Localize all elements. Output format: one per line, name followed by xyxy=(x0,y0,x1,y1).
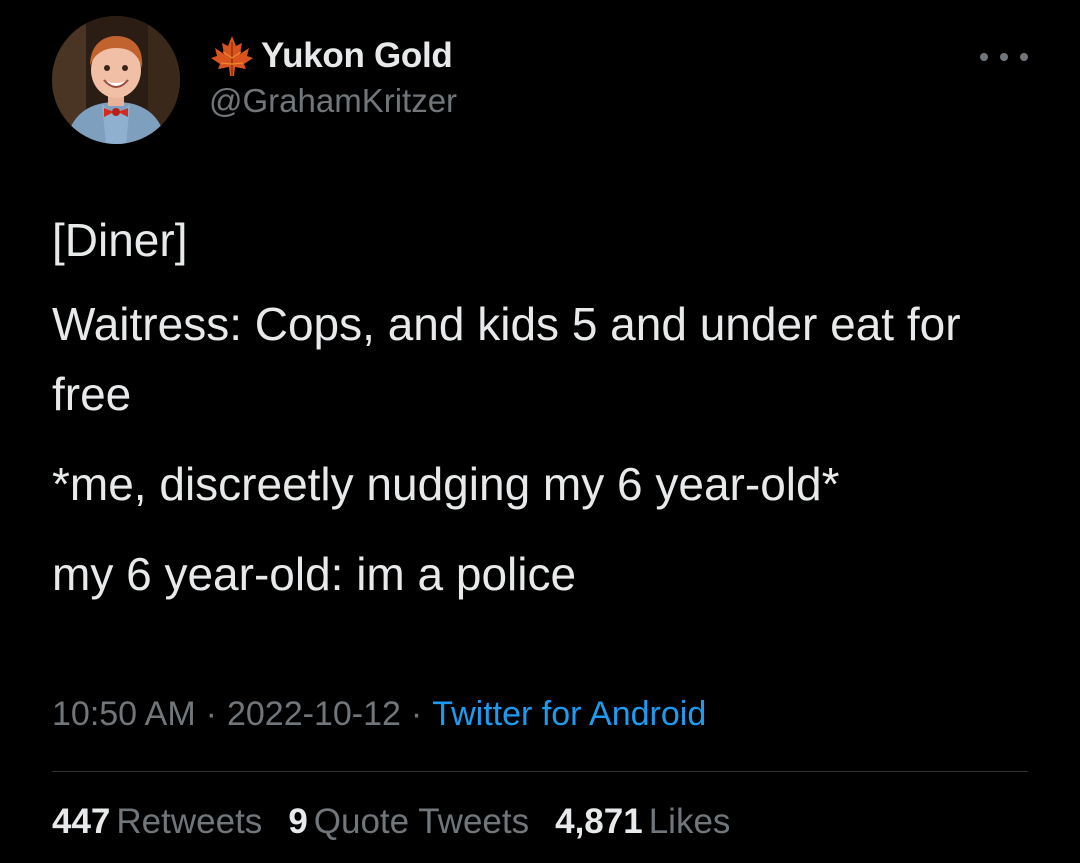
tweet-date[interactable]: 2022-10-12 xyxy=(227,695,401,733)
quote-tweets-label: Quote Tweets xyxy=(313,802,530,841)
tweet-paragraph: my 6 year-old: im a police xyxy=(52,548,577,600)
retweets-stat[interactable]: 447 Retweets xyxy=(52,802,262,842)
quote-tweets-stat[interactable]: 9 Quote Tweets xyxy=(288,802,529,842)
tweet-detail: Yukon Gold @GrahamKritzer [Diner] Waitre… xyxy=(0,0,1080,863)
likes-stat[interactable]: 4,871 Likes xyxy=(555,802,730,842)
tweet-header: Yukon Gold @GrahamKritzer xyxy=(52,16,1028,148)
meta-separator: · xyxy=(205,695,217,733)
author-block: Yukon Gold @GrahamKritzer xyxy=(209,34,457,120)
display-name-row[interactable]: Yukon Gold xyxy=(209,34,457,78)
avatar-photo-icon xyxy=(52,16,180,144)
user-handle[interactable]: @GrahamKritzer xyxy=(209,82,457,120)
likes-count: 4,871 xyxy=(555,802,643,841)
tweet-source-link[interactable]: Twitter for Android xyxy=(432,695,706,733)
tweet-paragraph: *me, discreetly nudging my 6 year-old* xyxy=(52,458,840,510)
tweet-paragraph: [Diner] xyxy=(52,214,188,266)
tweet-text: [Diner] Waitress: Cops, and kids 5 and u… xyxy=(52,205,1028,629)
quote-tweets-count: 9 xyxy=(288,802,308,841)
meta-separator: · xyxy=(410,695,423,733)
engagement-stats: 447 Retweets 9 Quote Tweets 4,871 Likes xyxy=(52,802,756,842)
retweets-label: Retweets xyxy=(116,802,263,841)
more-dot xyxy=(1000,53,1008,61)
divider xyxy=(52,771,1028,772)
likes-label: Likes xyxy=(648,802,731,841)
avatar[interactable] xyxy=(52,16,180,144)
tweet-paragraph: Waitress: Cops, and kids 5 and under eat… xyxy=(52,298,961,420)
more-dot xyxy=(980,53,988,61)
tweet-time[interactable]: 10:50 AM xyxy=(52,695,196,733)
more-dot xyxy=(1020,53,1028,61)
retweets-count: 447 xyxy=(52,802,111,841)
more-options-icon[interactable] xyxy=(980,42,1028,72)
maple-leaf-icon xyxy=(209,34,255,78)
tweet-metadata: 10:50 AM · 2022-10-12 · Twitter for Android xyxy=(52,695,706,734)
display-name: Yukon Gold xyxy=(261,36,453,75)
